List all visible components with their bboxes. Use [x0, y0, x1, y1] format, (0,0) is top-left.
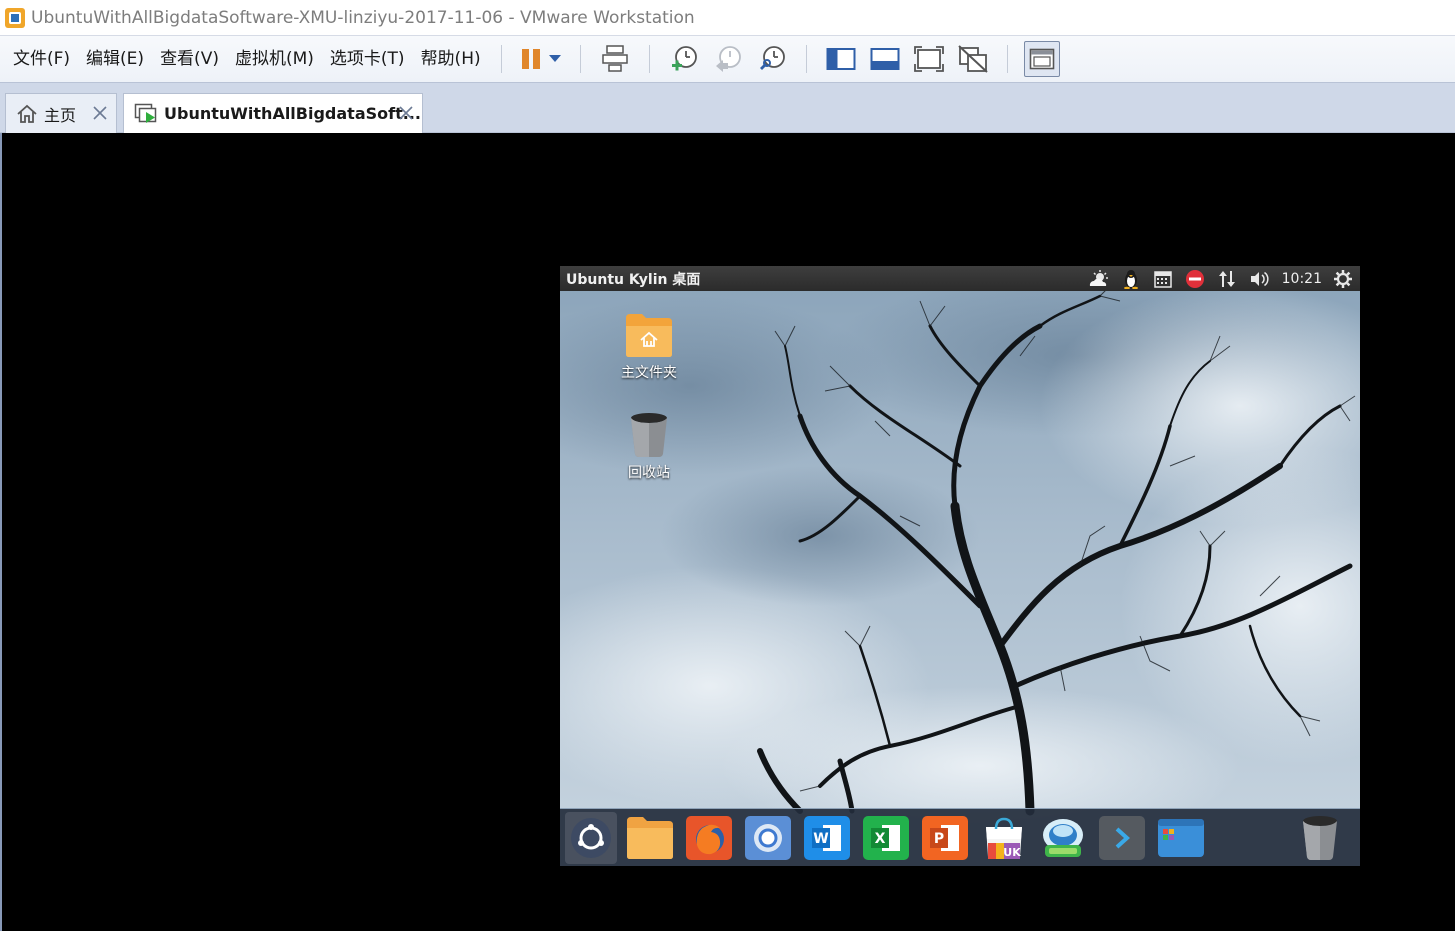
dock-wps-presentation[interactable]: P [919, 812, 971, 864]
guest-desktop[interactable]: Ubuntu Kylin 桌面 10:21 主文件夹 回收站 W X P UK [560, 266, 1360, 866]
guest-panel-title: Ubuntu Kylin 桌面 [566, 271, 701, 288]
trash-icon [631, 413, 667, 457]
home-icon [17, 104, 37, 123]
dock-firefox[interactable] [683, 812, 735, 864]
menu-edit[interactable]: 编辑(E) [78, 44, 152, 74]
dock-files[interactable] [624, 812, 676, 864]
dock-workspace-switcher[interactable] [1155, 812, 1207, 864]
toolbar-separator [1006, 45, 1008, 73]
take-snapshot-icon [671, 46, 697, 71]
dock-trash[interactable] [1294, 812, 1346, 864]
dropdown-arrow-icon [548, 55, 561, 62]
tab-home[interactable]: 主页 [5, 93, 117, 133]
dock-terminal[interactable] [1096, 812, 1148, 864]
unity-mode-icon [957, 45, 988, 73]
wps-presentation-icon: P [922, 815, 968, 860]
revert-snapshot-button[interactable] [710, 41, 746, 77]
toolbar-separator [500, 45, 502, 73]
toolbar-separator [579, 45, 581, 73]
wps-spreadsheets-icon: X [863, 815, 909, 860]
volume-icon[interactable] [1248, 268, 1270, 290]
wps-writer-icon: W [804, 815, 850, 860]
dash-home-icon [571, 817, 611, 858]
clock[interactable]: 10:21 [1282, 271, 1322, 287]
snapshot-manager-button[interactable] [754, 41, 790, 77]
guest-top-panel: Ubuntu Kylin 桌面 10:21 [560, 266, 1360, 291]
dock-dash-home[interactable] [565, 811, 617, 864]
console-view-button[interactable] [1023, 41, 1060, 77]
dock-chromium[interactable] [742, 812, 794, 864]
kylin-assistant-icon [1043, 818, 1083, 857]
menu-bar: 文件(F) 编辑(E) 查看(V) 虚拟机(M) 选项卡(T) 帮助(H) [0, 35, 1455, 83]
title-bar: UbuntuWithAllBigdataSoftware-XMU-linziyu… [0, 0, 1455, 35]
desktop-label-trash: 回收站 [628, 465, 670, 481]
console-view-icon [1029, 48, 1054, 70]
thumbnail-bar-button[interactable] [867, 41, 903, 77]
toolbar-separator [805, 45, 807, 73]
vmware-app-icon [5, 7, 25, 29]
desktop-icon-trash[interactable]: 回收站 [609, 412, 689, 482]
guest-dock: W X P UK [560, 808, 1360, 866]
dock-software-center[interactable]: UK [978, 812, 1030, 864]
workspace-switcher-icon [1158, 818, 1204, 857]
menu-help[interactable]: 帮助(H) [413, 44, 489, 74]
dock-wps-writer[interactable]: W [801, 812, 853, 864]
unity-mode-button[interactable] [955, 41, 991, 77]
indicator-area: 10:21 [1078, 266, 1354, 291]
trash-icon [1303, 816, 1337, 860]
dock-kylin-assistant[interactable] [1037, 812, 1089, 864]
calendar-icon[interactable] [1152, 268, 1174, 290]
terminal-icon [1099, 815, 1145, 860]
send-ctrl-alt-del-button[interactable] [597, 41, 633, 77]
desktop-icon-home-folder[interactable]: 主文件夹 [609, 312, 689, 382]
svg-text:X: X [875, 831, 886, 847]
do-not-disturb-icon[interactable] [1184, 268, 1206, 290]
revert-snapshot-icon [715, 46, 741, 72]
show-library-icon [826, 48, 856, 70]
menu-tabs[interactable]: 选项卡(T) [322, 44, 413, 74]
full-screen-icon [913, 46, 944, 72]
power-dropdown-button[interactable] [546, 41, 564, 77]
weather-icon[interactable] [1088, 268, 1110, 290]
tab-vm-label: UbuntuWithAllBigdataSoft... [164, 104, 421, 123]
pause-button[interactable] [518, 41, 544, 77]
toolbar-separator [648, 45, 650, 73]
svg-text:W: W [813, 831, 828, 847]
send-ctrl-alt-del-icon [601, 45, 628, 72]
close-icon[interactable] [398, 105, 414, 121]
menu-file[interactable]: 文件(F) [5, 44, 78, 74]
ubuntu-kylin-software-center-icon: UK [986, 817, 1022, 859]
firefox-icon [686, 815, 732, 860]
network-icon[interactable] [1216, 268, 1238, 290]
vm-running-icon [134, 103, 157, 123]
menu-vm[interactable]: 虚拟机(M) [227, 44, 322, 74]
take-snapshot-button[interactable] [666, 41, 702, 77]
session-gear-icon[interactable] [1332, 268, 1354, 290]
full-screen-button[interactable] [911, 41, 947, 77]
tab-strip: 主页 UbuntuWithAllBigdataSoft... [0, 83, 1455, 133]
files-icon [627, 816, 673, 859]
chromium-icon [745, 815, 791, 860]
penguin-icon[interactable] [1120, 268, 1142, 290]
show-library-button[interactable] [823, 41, 859, 77]
dock-wps-spreadsheets[interactable]: X [860, 812, 912, 864]
svg-text:UK: UK [1003, 846, 1021, 859]
tab-home-label: 主页 [44, 105, 77, 125]
menu-view[interactable]: 查看(V) [152, 44, 227, 74]
thumbnail-bar-icon [870, 48, 900, 70]
pause-icon [521, 49, 540, 69]
desktop-label-home-folder: 主文件夹 [621, 365, 677, 381]
tab-vm[interactable]: UbuntuWithAllBigdataSoft... [123, 93, 423, 133]
close-icon[interactable] [92, 105, 108, 121]
home-folder-icon [626, 314, 672, 357]
svg-text:P: P [934, 831, 944, 847]
snapshot-manager-icon [759, 46, 785, 70]
window-title: UbuntuWithAllBigdataSoftware-XMU-linziyu… [31, 7, 695, 28]
